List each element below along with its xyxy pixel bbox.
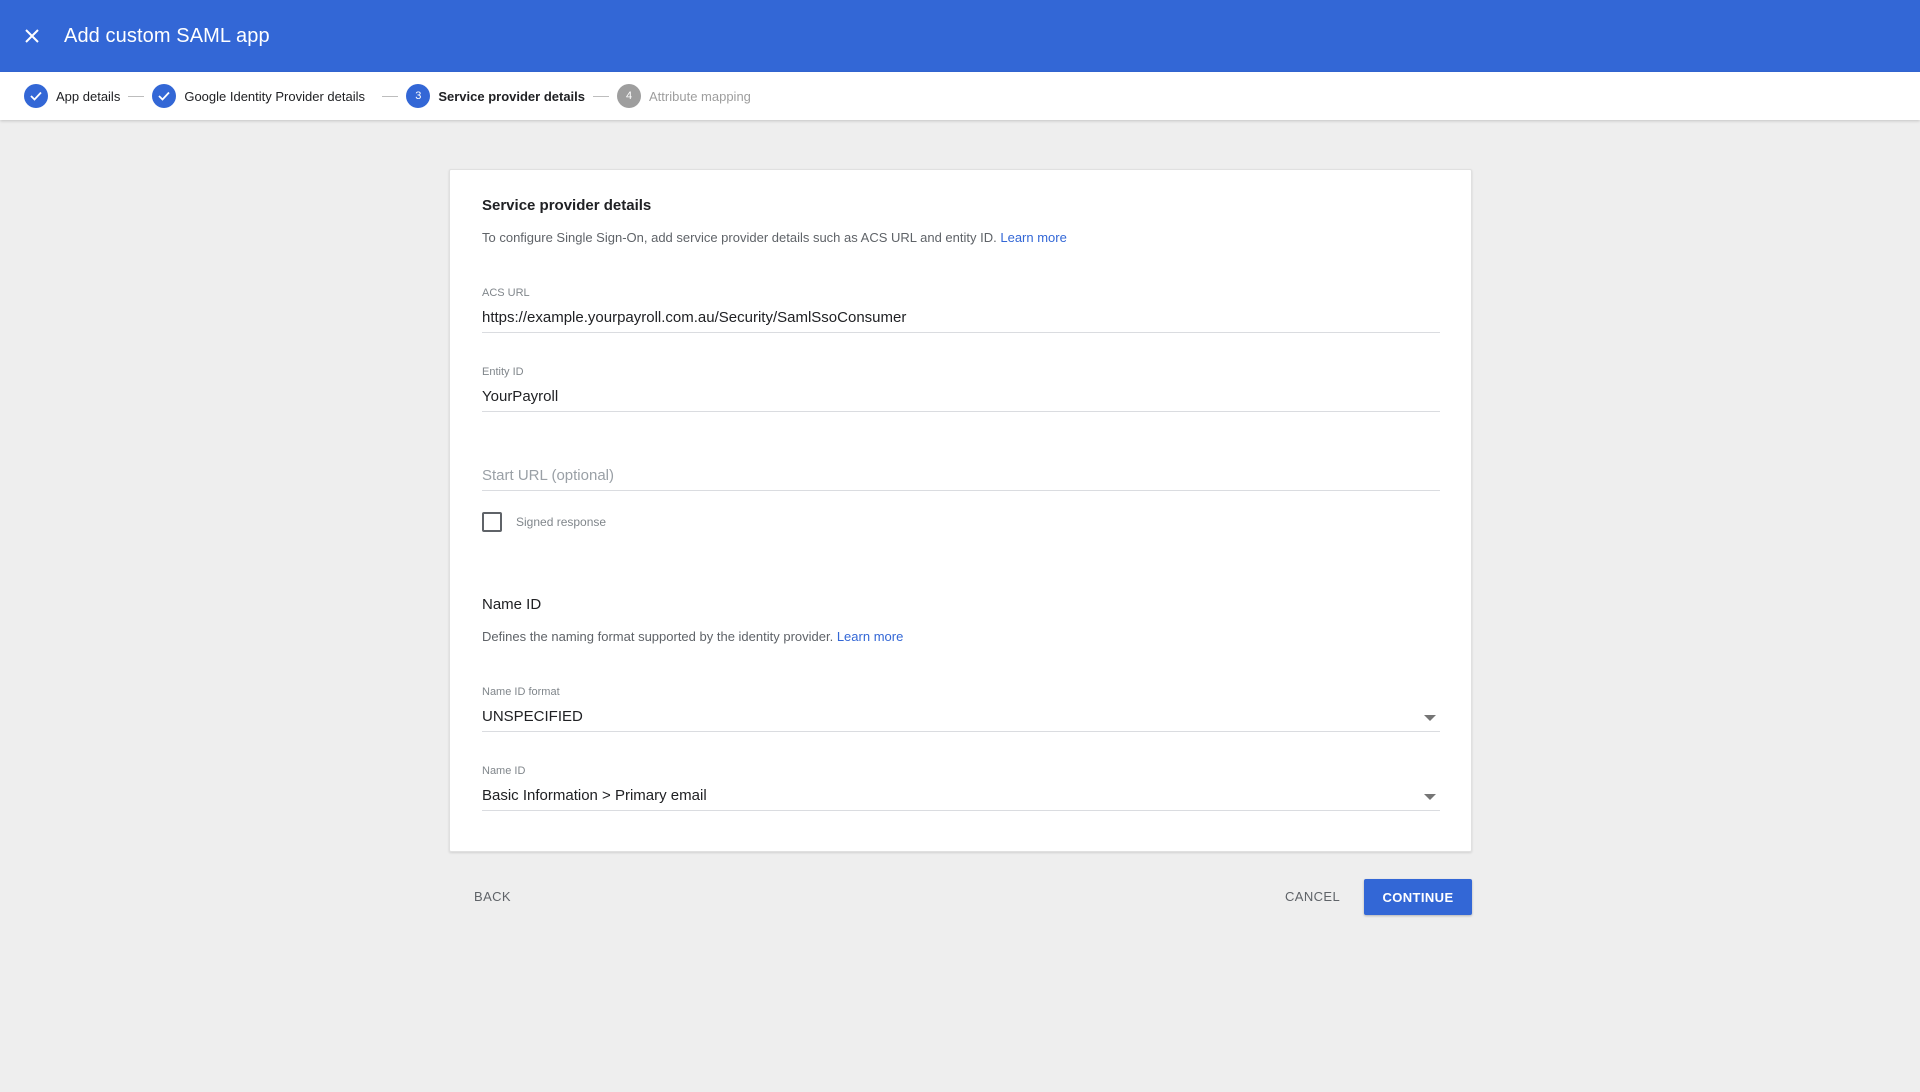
signed-response-row[interactable]: Signed response xyxy=(482,512,606,532)
start-url-input[interactable]: Start URL (optional) xyxy=(482,461,1440,491)
step-divider xyxy=(128,95,145,97)
step-app-details[interactable]: App details xyxy=(24,84,120,108)
select-value: UNSPECIFIED xyxy=(482,708,583,725)
description-text: Defines the naming format supported by t… xyxy=(482,629,834,644)
acs-url-field[interactable]: ACS URL https://example.yourpayroll.com.… xyxy=(482,287,1440,333)
back-button[interactable]: BACK xyxy=(464,879,521,915)
step-divider xyxy=(593,95,610,97)
section-title: Service provider details xyxy=(482,197,652,214)
field-label: Entity ID xyxy=(482,366,524,378)
name-id-description: Defines the naming format supported by t… xyxy=(482,629,903,644)
start-url-field[interactable]: Start URL (optional) xyxy=(482,445,1440,491)
step-attribute-mapping[interactable]: 4 Attribute mapping xyxy=(617,84,751,108)
step-label: Google Identity Provider details xyxy=(184,88,365,104)
step-divider xyxy=(382,95,399,97)
cancel-button[interactable]: CANCEL xyxy=(1275,879,1350,915)
step-google-idp-details[interactable]: Google Identity Provider details xyxy=(152,84,374,108)
stepper: App details Google Identity Provider det… xyxy=(0,72,1920,120)
signed-response-checkbox[interactable] xyxy=(482,512,502,532)
check-icon xyxy=(24,84,48,108)
step-service-provider-details[interactable]: 3 Service provider details xyxy=(406,84,585,108)
entity-id-field[interactable]: Entity ID YourPayroll xyxy=(482,366,1440,412)
learn-more-link[interactable]: Learn more xyxy=(1000,230,1066,245)
field-label: Name ID xyxy=(482,765,526,777)
select-value: Basic Information > Primary email xyxy=(482,787,707,804)
name-id-title: Name ID xyxy=(482,596,542,613)
service-provider-card: Service provider details To configure Si… xyxy=(449,169,1472,852)
step-label: Service provider details xyxy=(438,88,586,104)
step-number: 3 xyxy=(406,84,431,108)
dropdown-arrow-icon xyxy=(1424,715,1436,721)
page-title: Add custom SAML app xyxy=(64,24,270,47)
field-label: Name ID format xyxy=(482,686,560,698)
close-icon[interactable] xyxy=(12,16,52,56)
step-label: App details xyxy=(56,88,121,104)
section-description: To configure Single Sign-On, add service… xyxy=(482,230,1067,245)
learn-more-link[interactable]: Learn more xyxy=(837,629,903,644)
continue-button[interactable]: CONTINUE xyxy=(1364,879,1472,915)
step-label: Attribute mapping xyxy=(649,88,751,104)
step-number: 4 xyxy=(617,84,642,108)
description-text: To configure Single Sign-On, add service… xyxy=(482,230,997,245)
name-id-field[interactable]: Name ID Basic Information > Primary emai… xyxy=(482,765,1440,811)
field-label xyxy=(482,445,1440,461)
checkbox-label: Signed response xyxy=(516,515,607,529)
name-id-format-field[interactable]: Name ID format UNSPECIFIED xyxy=(482,686,1440,732)
app-bar: Add custom SAML app xyxy=(0,0,1920,72)
name-id-format-select[interactable]: UNSPECIFIED xyxy=(482,702,1440,732)
entity-id-input[interactable]: YourPayroll xyxy=(482,382,1440,412)
check-icon xyxy=(152,84,177,108)
name-id-select[interactable]: Basic Information > Primary email xyxy=(482,781,1440,811)
dropdown-arrow-icon xyxy=(1424,794,1436,800)
acs-url-input[interactable]: https://example.yourpayroll.com.au/Secur… xyxy=(482,303,1440,333)
field-label: ACS URL xyxy=(482,287,530,299)
